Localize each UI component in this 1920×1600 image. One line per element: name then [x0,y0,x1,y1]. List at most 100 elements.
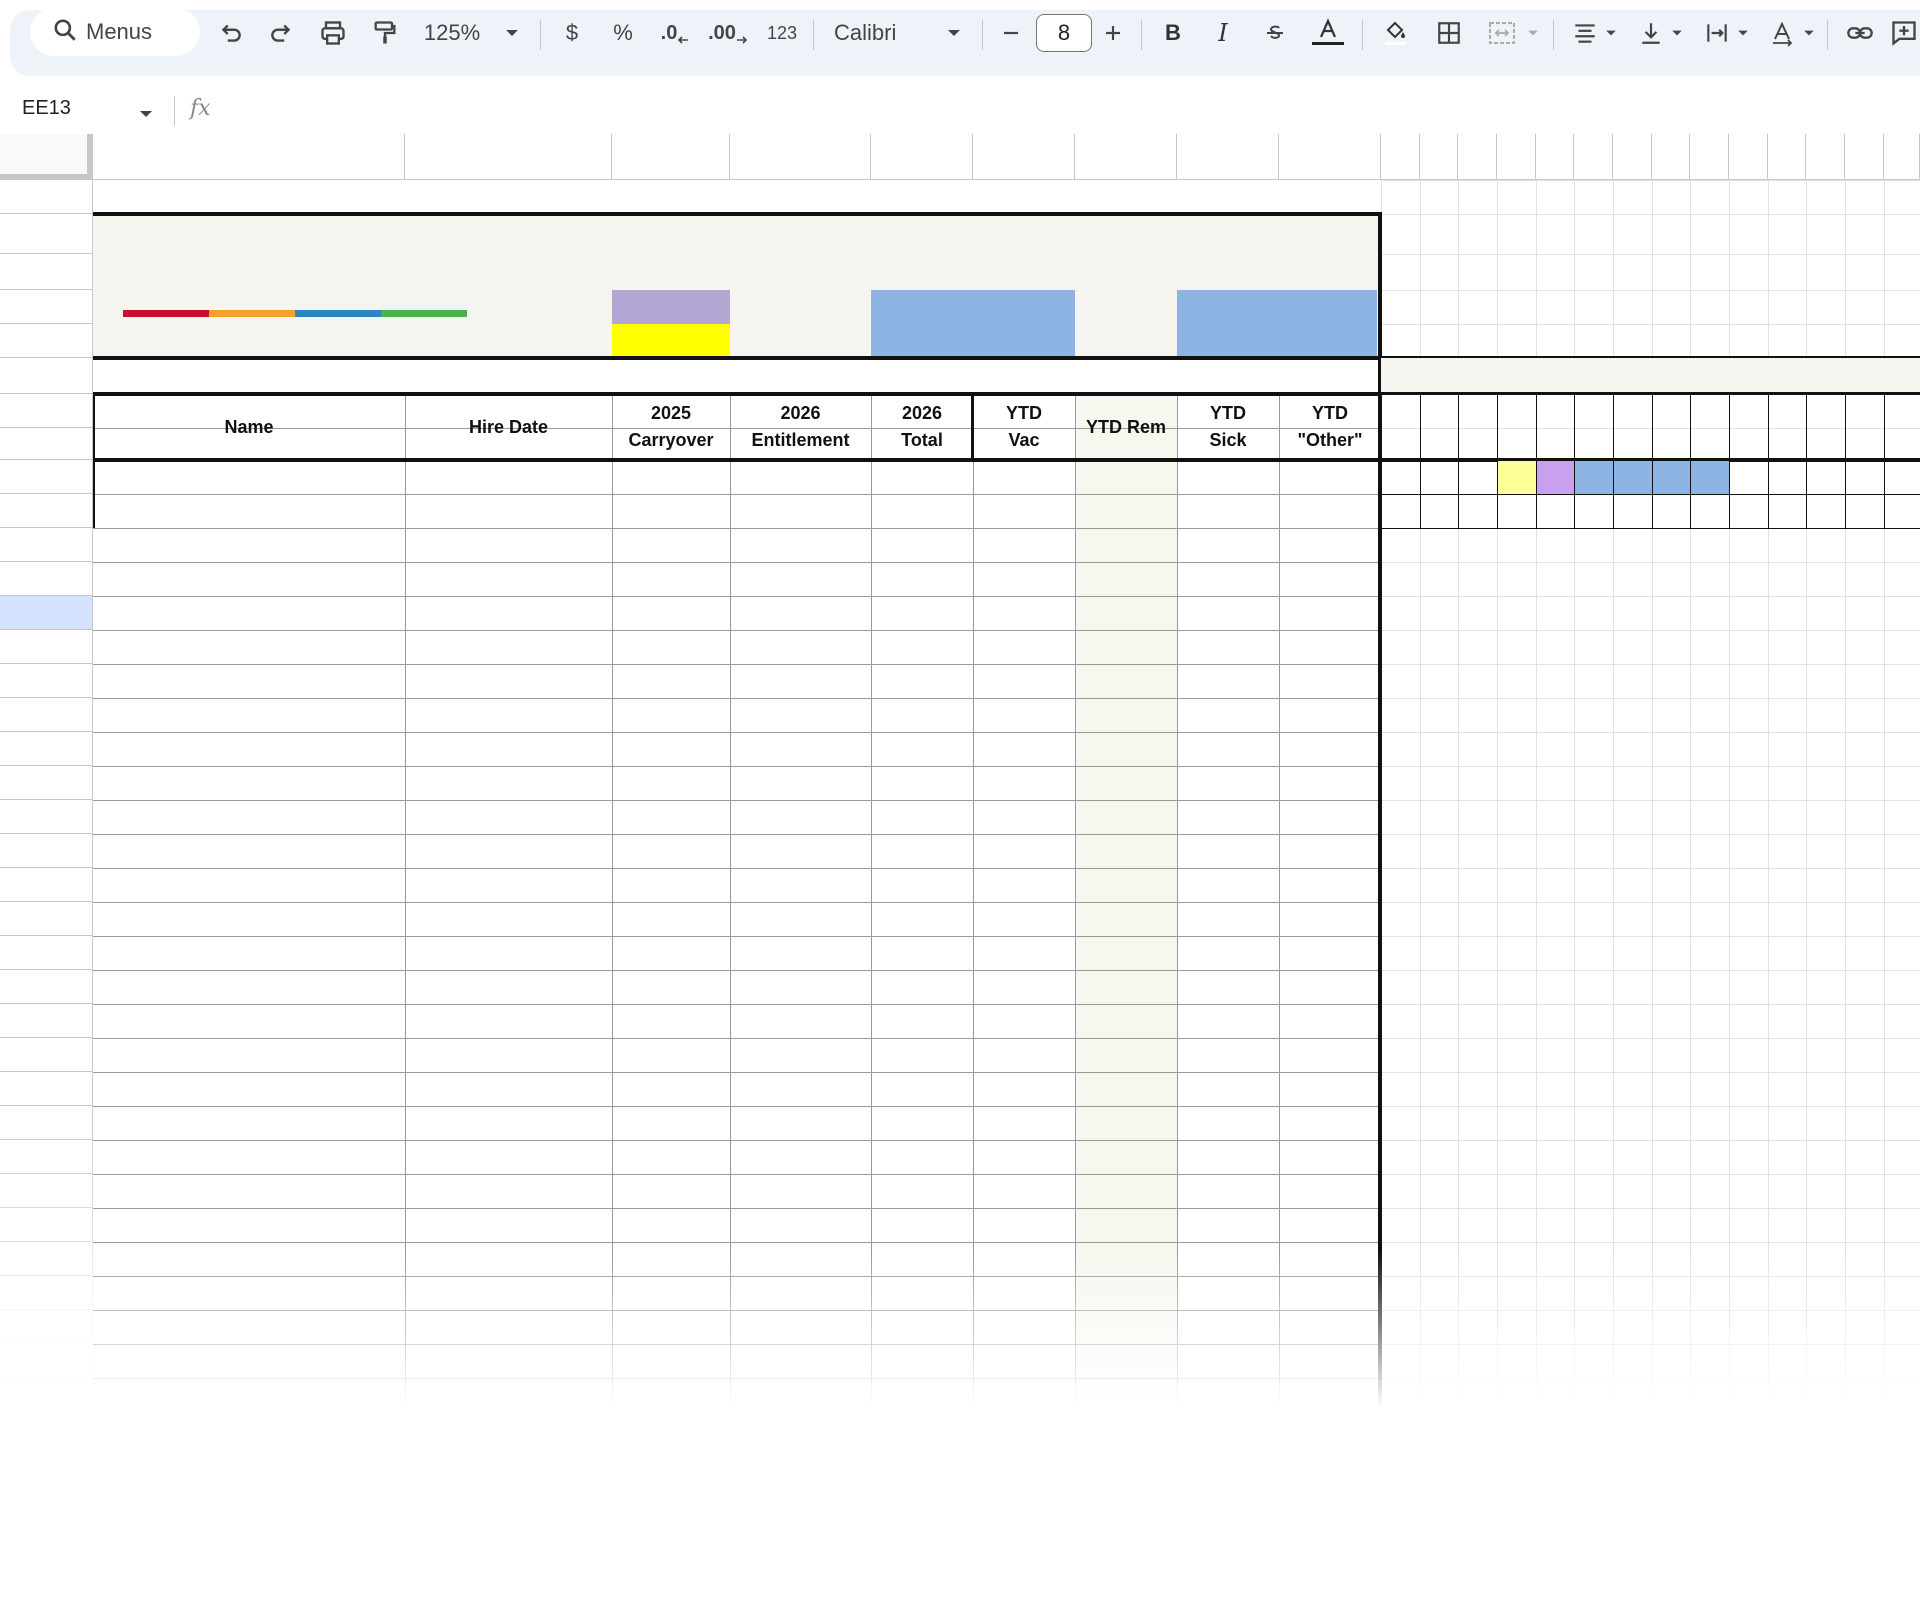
row-header[interactable] [0,358,93,394]
row-header[interactable] [0,664,93,698]
employee-name[interactable] [99,460,403,494]
italic-button[interactable]: I [1208,0,1238,66]
row-header[interactable] [0,868,93,902]
employee-total[interactable] [871,463,973,497]
more-formats-button[interactable]: 123 [762,0,802,66]
row-header[interactable] [0,596,93,630]
horizontal-align-icon[interactable] [1568,0,1602,66]
font-size-input[interactable]: 8 [1036,14,1092,52]
vertical-align-icon[interactable] [1634,0,1668,66]
select-all-corner[interactable] [0,134,93,180]
redo-icon[interactable] [264,0,298,66]
employee-vac[interactable] [973,497,1075,531]
increase-font-size-icon[interactable] [1100,0,1126,66]
name-box-dropdown-icon[interactable] [139,106,153,124]
column-header[interactable] [1768,134,1806,180]
column-header[interactable] [1613,134,1652,180]
row-header[interactable] [0,1072,93,1106]
row-header[interactable] [0,834,93,868]
insert-comment-icon[interactable] [1890,0,1920,66]
row-header[interactable] [0,800,93,834]
zoom-dropdown-icon[interactable] [500,0,524,66]
row-header[interactable] [0,1038,93,1072]
row-header[interactable] [0,1208,93,1242]
paint-format-icon[interactable] [368,0,402,66]
column-header[interactable] [871,134,973,180]
employee-vac[interactable] [973,463,1075,497]
row-header[interactable] [0,562,93,596]
row-header[interactable] [0,732,93,766]
font-select[interactable]: Calibri [834,0,914,66]
column-header[interactable] [1729,134,1768,180]
row-header[interactable] [0,698,93,732]
row-header[interactable] [0,214,93,254]
row-header[interactable] [0,1174,93,1208]
align-dropdown-icon[interactable] [1602,0,1620,66]
rotation-dropdown-icon[interactable] [1800,0,1818,66]
employee-total[interactable] [871,497,973,531]
wrap-dropdown-icon[interactable] [1734,0,1752,66]
employee-sick[interactable] [1177,497,1279,531]
column-header[interactable] [1652,134,1690,180]
column-header[interactable] [1075,134,1177,180]
row-header[interactable] [0,460,93,494]
borders-icon[interactable] [1432,0,1466,66]
attendance-mark[interactable] [1498,461,1536,494]
employee-ent[interactable] [730,497,871,531]
row-header[interactable] [0,180,93,214]
attendance-mark[interactable] [1653,461,1690,494]
column-header[interactable] [1279,134,1381,180]
attendance-mark[interactable] [1575,461,1613,494]
insert-link-icon[interactable] [1843,0,1877,66]
row-header[interactable] [0,1140,93,1174]
row-header[interactable] [0,1004,93,1038]
employee-other[interactable] [1279,463,1381,497]
employee-rem[interactable] [1075,497,1177,531]
row-header[interactable] [0,630,93,664]
decrease-decimal-button[interactable]: .0 [655,0,695,66]
column-header[interactable] [612,134,730,180]
column-header[interactable] [1497,134,1536,180]
column-header[interactable] [1177,134,1279,180]
column-header[interactable] [1884,134,1920,180]
fill-color-icon[interactable] [1378,0,1412,66]
column-header[interactable] [1845,134,1884,180]
font-dropdown-icon[interactable] [942,0,966,66]
attendance-mark[interactable] [1691,461,1729,494]
text-rotation-icon[interactable] [1766,0,1800,66]
column-header[interactable] [405,134,612,180]
column-header[interactable] [730,134,871,180]
merge-cells-icon[interactable] [1485,0,1519,66]
row-header[interactable] [0,394,93,428]
row-header[interactable] [0,428,93,460]
employee-ent[interactable] [730,463,871,497]
column-header[interactable] [973,134,1075,180]
row-header[interactable] [0,1106,93,1140]
print-icon[interactable] [316,0,350,66]
row-header[interactable] [0,970,93,1004]
text-color-icon[interactable] [1308,0,1348,66]
strikethrough-icon[interactable] [1260,0,1290,66]
bold-button[interactable]: B [1158,0,1188,66]
row-header[interactable] [0,902,93,936]
decrease-font-size-icon[interactable] [998,0,1024,66]
employee-name[interactable] [99,494,403,528]
currency-format-button[interactable]: $ [557,0,587,66]
column-header[interactable] [1420,134,1458,180]
name-box[interactable]: EE13 [22,97,71,120]
employee-sick[interactable] [1177,463,1279,497]
undo-icon[interactable] [214,0,248,66]
percent-format-button[interactable]: % [608,0,638,66]
row-header[interactable] [0,936,93,970]
row-header[interactable] [0,324,93,358]
column-header[interactable] [1381,134,1420,180]
column-header[interactable] [1806,134,1845,180]
employee-carry[interactable] [612,497,730,531]
text-wrapping-icon[interactable] [1700,0,1734,66]
employee-other[interactable] [1279,497,1381,531]
employee-hire-date[interactable] [405,494,606,528]
attendance-mark[interactable] [1614,461,1652,494]
employee-carry[interactable] [612,463,730,497]
row-header[interactable] [0,290,93,324]
attendance-mark[interactable] [1537,461,1574,494]
